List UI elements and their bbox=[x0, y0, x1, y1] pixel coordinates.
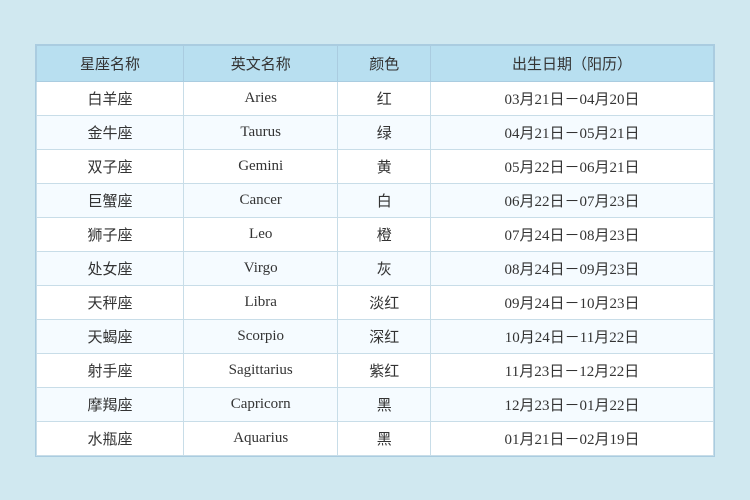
table-row: 白羊座Aries红03月21日－04月20日 bbox=[37, 81, 714, 115]
cell-chinese: 处女座 bbox=[37, 251, 184, 285]
cell-english: Virgo bbox=[183, 251, 337, 285]
cell-dates: 09月24日－10月23日 bbox=[430, 285, 713, 319]
cell-color: 红 bbox=[338, 81, 431, 115]
cell-color: 绿 bbox=[338, 115, 431, 149]
cell-chinese: 射手座 bbox=[37, 353, 184, 387]
table-row: 金牛座Taurus绿04月21日－05月21日 bbox=[37, 115, 714, 149]
cell-color: 黑 bbox=[338, 421, 431, 455]
cell-chinese: 水瓶座 bbox=[37, 421, 184, 455]
cell-english: Gemini bbox=[183, 149, 337, 183]
table-row: 射手座Sagittarius紫红11月23日－12月22日 bbox=[37, 353, 714, 387]
cell-english: Aries bbox=[183, 81, 337, 115]
table-row: 巨蟹座Cancer白06月22日－07月23日 bbox=[37, 183, 714, 217]
cell-dates: 01月21日－02月19日 bbox=[430, 421, 713, 455]
cell-chinese: 天蝎座 bbox=[37, 319, 184, 353]
col-header-dates: 出生日期（阳历） bbox=[430, 45, 713, 81]
cell-color: 橙 bbox=[338, 217, 431, 251]
cell-dates: 12月23日－01月22日 bbox=[430, 387, 713, 421]
col-header-color: 颜色 bbox=[338, 45, 431, 81]
zodiac-table-container: 星座名称 英文名称 颜色 出生日期（阳历） 白羊座Aries红03月21日－04… bbox=[35, 44, 715, 457]
cell-dates: 05月22日－06月21日 bbox=[430, 149, 713, 183]
cell-dates: 11月23日－12月22日 bbox=[430, 353, 713, 387]
cell-color: 淡红 bbox=[338, 285, 431, 319]
table-row: 天蝎座Scorpio深红10月24日－11月22日 bbox=[37, 319, 714, 353]
cell-color: 深红 bbox=[338, 319, 431, 353]
cell-english: Aquarius bbox=[183, 421, 337, 455]
table-row: 摩羯座Capricorn黑12月23日－01月22日 bbox=[37, 387, 714, 421]
cell-chinese: 双子座 bbox=[37, 149, 184, 183]
table-row: 天秤座Libra淡红09月24日－10月23日 bbox=[37, 285, 714, 319]
cell-english: Leo bbox=[183, 217, 337, 251]
cell-chinese: 白羊座 bbox=[37, 81, 184, 115]
cell-chinese: 狮子座 bbox=[37, 217, 184, 251]
table-header-row: 星座名称 英文名称 颜色 出生日期（阳历） bbox=[37, 45, 714, 81]
cell-dates: 03月21日－04月20日 bbox=[430, 81, 713, 115]
cell-dates: 04月21日－05月21日 bbox=[430, 115, 713, 149]
cell-english: Libra bbox=[183, 285, 337, 319]
cell-color: 黑 bbox=[338, 387, 431, 421]
table-body: 白羊座Aries红03月21日－04月20日金牛座Taurus绿04月21日－0… bbox=[37, 81, 714, 455]
cell-dates: 07月24日－08月23日 bbox=[430, 217, 713, 251]
cell-english: Scorpio bbox=[183, 319, 337, 353]
cell-chinese: 金牛座 bbox=[37, 115, 184, 149]
cell-chinese: 天秤座 bbox=[37, 285, 184, 319]
cell-dates: 08月24日－09月23日 bbox=[430, 251, 713, 285]
cell-color: 黄 bbox=[338, 149, 431, 183]
cell-english: Capricorn bbox=[183, 387, 337, 421]
cell-english: Sagittarius bbox=[183, 353, 337, 387]
table-row: 水瓶座Aquarius黑01月21日－02月19日 bbox=[37, 421, 714, 455]
cell-dates: 06月22日－07月23日 bbox=[430, 183, 713, 217]
table-row: 双子座Gemini黄05月22日－06月21日 bbox=[37, 149, 714, 183]
table-row: 狮子座Leo橙07月24日－08月23日 bbox=[37, 217, 714, 251]
cell-english: Cancer bbox=[183, 183, 337, 217]
cell-color: 灰 bbox=[338, 251, 431, 285]
col-header-chinese: 星座名称 bbox=[37, 45, 184, 81]
cell-chinese: 巨蟹座 bbox=[37, 183, 184, 217]
cell-english: Taurus bbox=[183, 115, 337, 149]
cell-color: 白 bbox=[338, 183, 431, 217]
cell-dates: 10月24日－11月22日 bbox=[430, 319, 713, 353]
zodiac-table: 星座名称 英文名称 颜色 出生日期（阳历） 白羊座Aries红03月21日－04… bbox=[36, 45, 714, 456]
cell-color: 紫红 bbox=[338, 353, 431, 387]
table-row: 处女座Virgo灰08月24日－09月23日 bbox=[37, 251, 714, 285]
cell-chinese: 摩羯座 bbox=[37, 387, 184, 421]
col-header-english: 英文名称 bbox=[183, 45, 337, 81]
